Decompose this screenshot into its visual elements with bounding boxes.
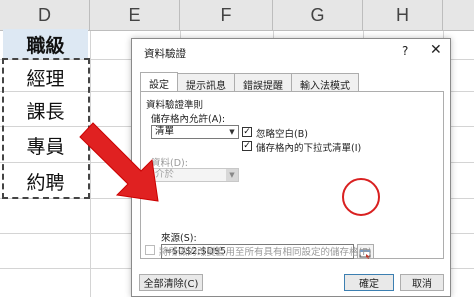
red-arrow-icon [79,122,159,202]
